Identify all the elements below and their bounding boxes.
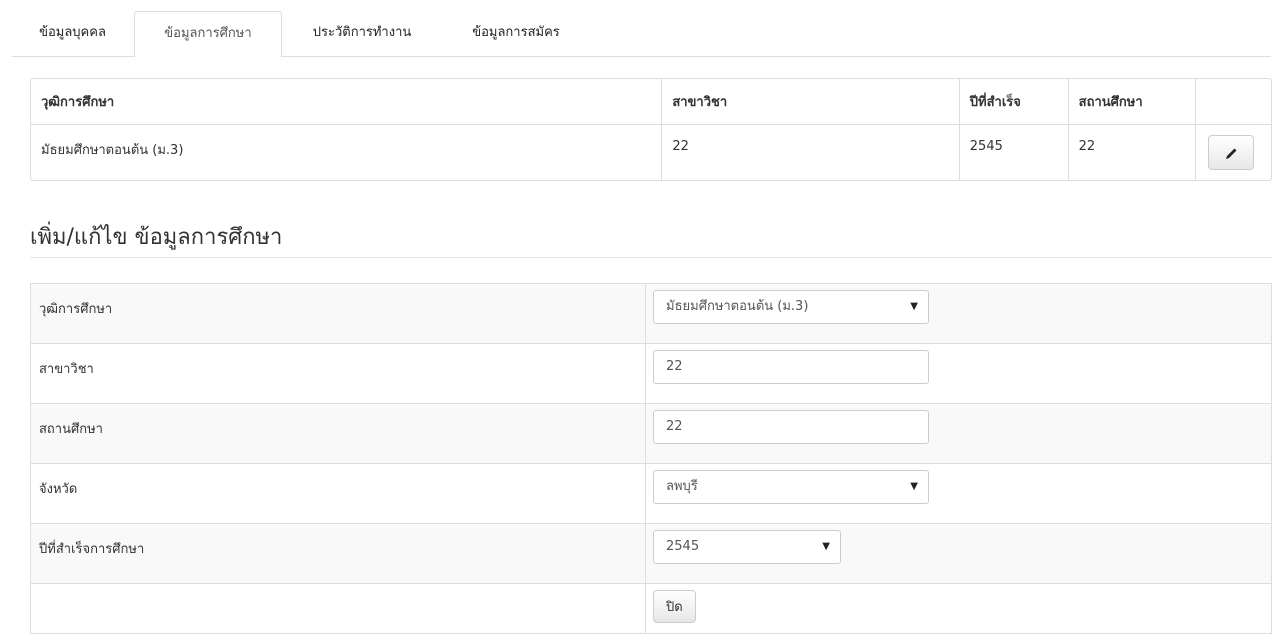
form-row: สถานศึกษา 22 <box>30 403 1272 464</box>
input-value: 22 <box>666 419 683 434</box>
field-label-major: สาขาวิชา <box>30 343 646 404</box>
cell-actions <box>1195 124 1271 180</box>
tab-label: ประวัติการทำงาน <box>312 25 412 40</box>
form-field-cell: 22 <box>645 343 1272 404</box>
education-summary-table: วุฒิการศึกษา สาขาวิชา ปีที่สำเร็จ สถานศึ… <box>30 78 1272 181</box>
form-field-cell: 22 <box>645 403 1272 464</box>
table-header-row: วุฒิการศึกษา สาขาวิชา ปีที่สำเร็จ สถานศึ… <box>31 79 1271 125</box>
form-field-cell: มัธยมศึกษาตอนต้น (ม.3) ▼ <box>645 283 1272 344</box>
column-header-school: สถานศึกษา <box>1067 79 1196 125</box>
form-field-cell: ลพบุรี ▼ <box>645 463 1272 524</box>
form-section-title: เพิ่ม/แก้ไข ข้อมูลการศึกษา <box>30 225 283 250</box>
field-label-school: สถานศึกษา <box>30 403 646 464</box>
form-row: วุฒิการศึกษา มัธยมศึกษาตอนต้น (ม.3) ▼ <box>30 283 1272 344</box>
tab-label: ข้อมูลการศึกษา <box>164 26 252 41</box>
edit-button[interactable] <box>1208 134 1255 170</box>
form-row: จังหวัด ลพบุรี ▼ <box>30 463 1272 524</box>
cell-level: มัธยมศึกษาตอนต้น (ม.3) <box>41 142 184 158</box>
select-value: มัธยมศึกษาตอนต้น (ม.3) <box>666 299 809 314</box>
cell-year: 2545 <box>958 124 1069 180</box>
form-actions-cell: ปิด <box>645 583 1272 634</box>
empty-label-cell <box>30 583 646 634</box>
tab-label: ข้อมูลการสมัคร <box>472 25 560 40</box>
column-header-major: สาขาวิชา <box>661 79 960 125</box>
form-row: ปีที่สำเร็จการศึกษา 2545 ▼ <box>30 523 1272 584</box>
school-input[interactable]: 22 <box>653 410 929 444</box>
dropdown-arrow-icon: ▼ <box>910 301 918 312</box>
pencil-icon <box>1226 148 1237 159</box>
field-label-graduation-year: ปีที่สำเร็จการศึกษา <box>30 523 646 584</box>
table-row: มัธยมศึกษาตอนต้น (ม.3) 22 2545 22 <box>31 124 1271 180</box>
dropdown-arrow-icon: ▼ <box>822 541 830 552</box>
tab-label: ข้อมูลบุคคล <box>39 25 106 40</box>
province-select[interactable]: ลพบุรี ▼ <box>653 470 929 504</box>
form-row: ปิด <box>30 583 1272 634</box>
field-label-level: วุฒิการศึกษา <box>30 283 646 344</box>
tab-education-info[interactable]: ข้อมูลการศึกษา <box>134 11 282 58</box>
tab-bar: ข้อมูลบุคคล ข้อมูลการศึกษา ประวัติการทำง… <box>12 11 1271 58</box>
major-input[interactable]: 22 <box>653 350 929 384</box>
tab-application-info[interactable]: ข้อมูลการสมัคร <box>442 11 590 57</box>
dropdown-arrow-icon: ▼ <box>910 481 918 492</box>
cell-school: 22 <box>1067 124 1196 180</box>
form-field-cell: 2545 ▼ <box>645 523 1272 584</box>
education-level-select[interactable]: มัธยมศึกษาตอนต้น (ม.3) ▼ <box>653 290 929 324</box>
field-label-province: จังหวัด <box>30 463 646 524</box>
column-header-level: วุฒิการศึกษา <box>31 79 662 125</box>
form-row: สาขาวิชา 22 <box>30 343 1272 404</box>
select-value: 2545 <box>666 539 700 554</box>
column-header-actions <box>1195 79 1271 125</box>
page: ข้อมูลบุคคล ข้อมูลการศึกษา ประวัติการทำง… <box>0 0 1273 634</box>
cell-major: 22 <box>661 124 960 180</box>
input-value: 22 <box>666 359 683 374</box>
tab-personal-info[interactable]: ข้อมูลบุคคล <box>12 11 133 57</box>
tab-work-history[interactable]: ประวัติการทำงาน <box>283 11 441 57</box>
select-value: ลพบุรี <box>666 479 698 494</box>
section-divider <box>30 257 1272 258</box>
close-button[interactable]: ปิด <box>653 590 696 623</box>
column-header-year: ปีที่สำเร็จ <box>958 79 1069 125</box>
education-form: วุฒิการศึกษา มัธยมศึกษาตอนต้น (ม.3) ▼ สา… <box>30 283 1272 634</box>
graduation-year-select[interactable]: 2545 ▼ <box>653 530 841 564</box>
